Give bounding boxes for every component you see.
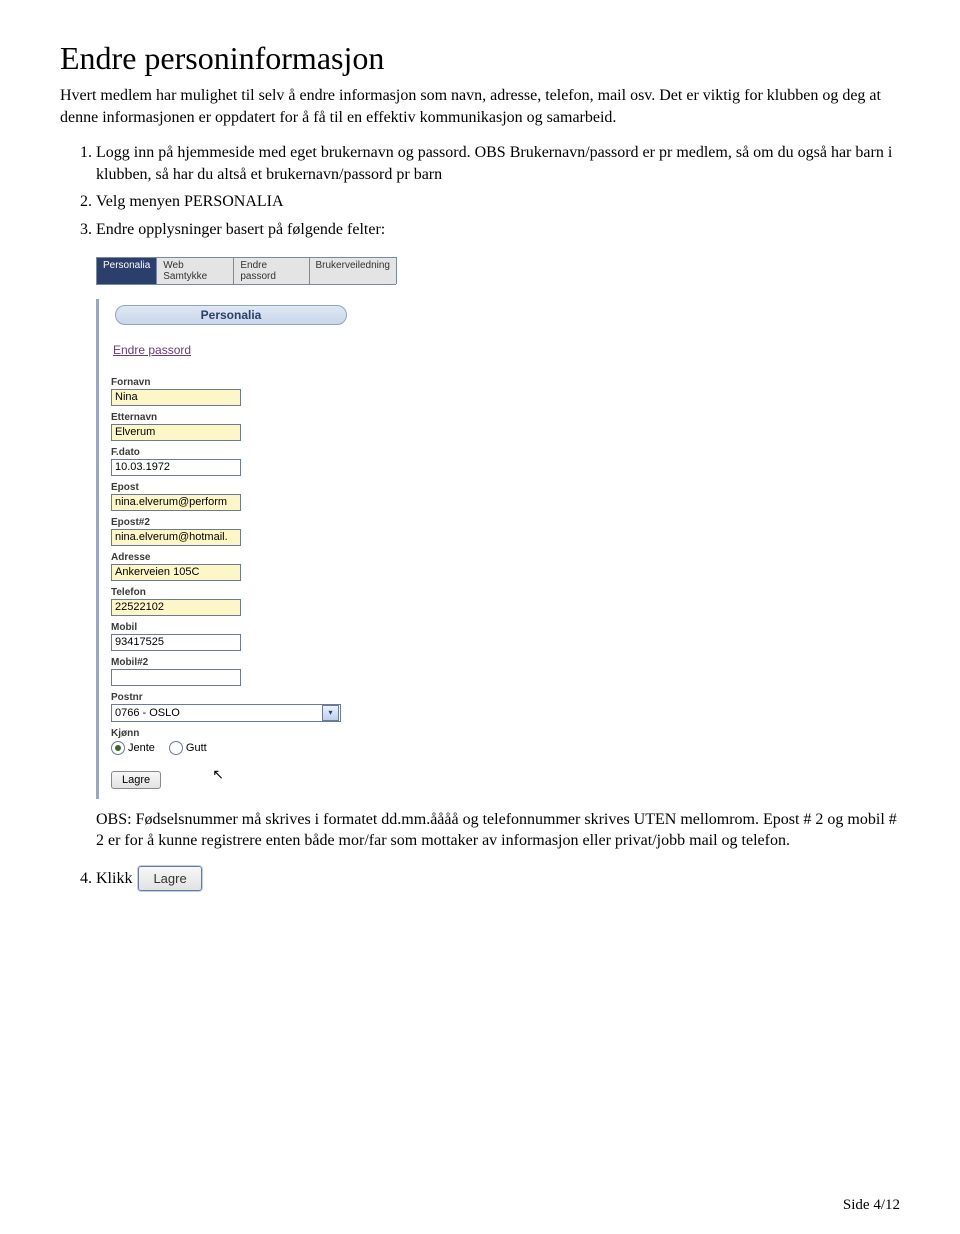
input-fdato[interactable]	[111, 459, 241, 476]
steps-list: Logg inn på hjemmeside med eget brukerna…	[60, 142, 900, 240]
input-mobil2[interactable]	[111, 669, 241, 686]
obs-note: OBS: Fødselsnummer må skrives i formatet…	[96, 809, 900, 852]
radio-jente[interactable]	[111, 741, 125, 755]
input-adresse[interactable]	[111, 564, 241, 581]
steps-list-cont: Klikk Lagre	[60, 866, 900, 892]
chevron-down-icon[interactable]: ▾	[322, 705, 339, 721]
step-1: Logg inn på hjemmeside med eget brukerna…	[96, 142, 900, 185]
endre-passord-link[interactable]: Endre passord	[113, 343, 191, 357]
radio-gutt[interactable]	[169, 741, 183, 755]
tab-web-samtykke[interactable]: Web Samtykke	[156, 257, 234, 284]
step-4: Klikk Lagre	[96, 866, 900, 892]
save-button-inline[interactable]: Lagre	[138, 866, 201, 892]
input-epost[interactable]	[111, 494, 241, 511]
label-epost2: Epost#2	[111, 517, 396, 528]
label-mobil: Mobil	[111, 622, 396, 633]
label-epost: Epost	[111, 482, 396, 493]
intro-paragraph: Hvert medlem har mulighet til selv å end…	[60, 85, 900, 128]
personalia-form-screenshot: Personalia Web Samtykke Endre passord Br…	[96, 257, 396, 799]
select-postnr-value: 0766 - OSLO	[115, 707, 180, 719]
radio-gutt-wrap[interactable]: Gutt	[169, 741, 207, 755]
label-telefon: Telefon	[111, 587, 396, 598]
input-mobil[interactable]	[111, 634, 241, 651]
input-telefon[interactable]	[111, 599, 241, 616]
input-etternavn[interactable]	[111, 424, 241, 441]
tab-endre-passord[interactable]: Endre passord	[233, 257, 309, 284]
label-fornavn: Fornavn	[111, 377, 396, 388]
page-title: Endre personinformasjon	[60, 40, 900, 77]
input-epost2[interactable]	[111, 529, 241, 546]
radio-jente-label: Jente	[128, 742, 155, 754]
input-fornavn[interactable]	[111, 389, 241, 406]
step-2: Velg menyen PERSONALIA	[96, 191, 900, 213]
save-button[interactable]: Lagre	[111, 771, 161, 789]
label-mobil2: Mobil#2	[111, 657, 396, 668]
section-header-personalia: Personalia	[115, 305, 347, 325]
label-adresse: Adresse	[111, 552, 396, 563]
tab-personalia[interactable]: Personalia	[96, 257, 157, 284]
label-fdato: F.dato	[111, 447, 396, 458]
select-postnr[interactable]: 0766 - OSLO ▾	[111, 704, 341, 722]
label-etternavn: Etternavn	[111, 412, 396, 423]
cursor-icon: ↖	[212, 766, 224, 782]
label-kjonn: Kjønn	[111, 728, 396, 739]
radio-gutt-label: Gutt	[186, 742, 207, 754]
step-3: Endre opplysninger basert på følgende fe…	[96, 219, 900, 241]
tabs-row: Personalia Web Samtykke Endre passord Br…	[96, 257, 396, 285]
radio-jente-wrap[interactable]: Jente	[111, 741, 155, 755]
page-footer: Side 4/12	[843, 1197, 900, 1214]
label-postnr: Postnr	[111, 692, 396, 703]
step-4-text: Klikk	[96, 868, 132, 890]
tab-brukerveiledning[interactable]: Brukerveiledning	[309, 257, 398, 284]
